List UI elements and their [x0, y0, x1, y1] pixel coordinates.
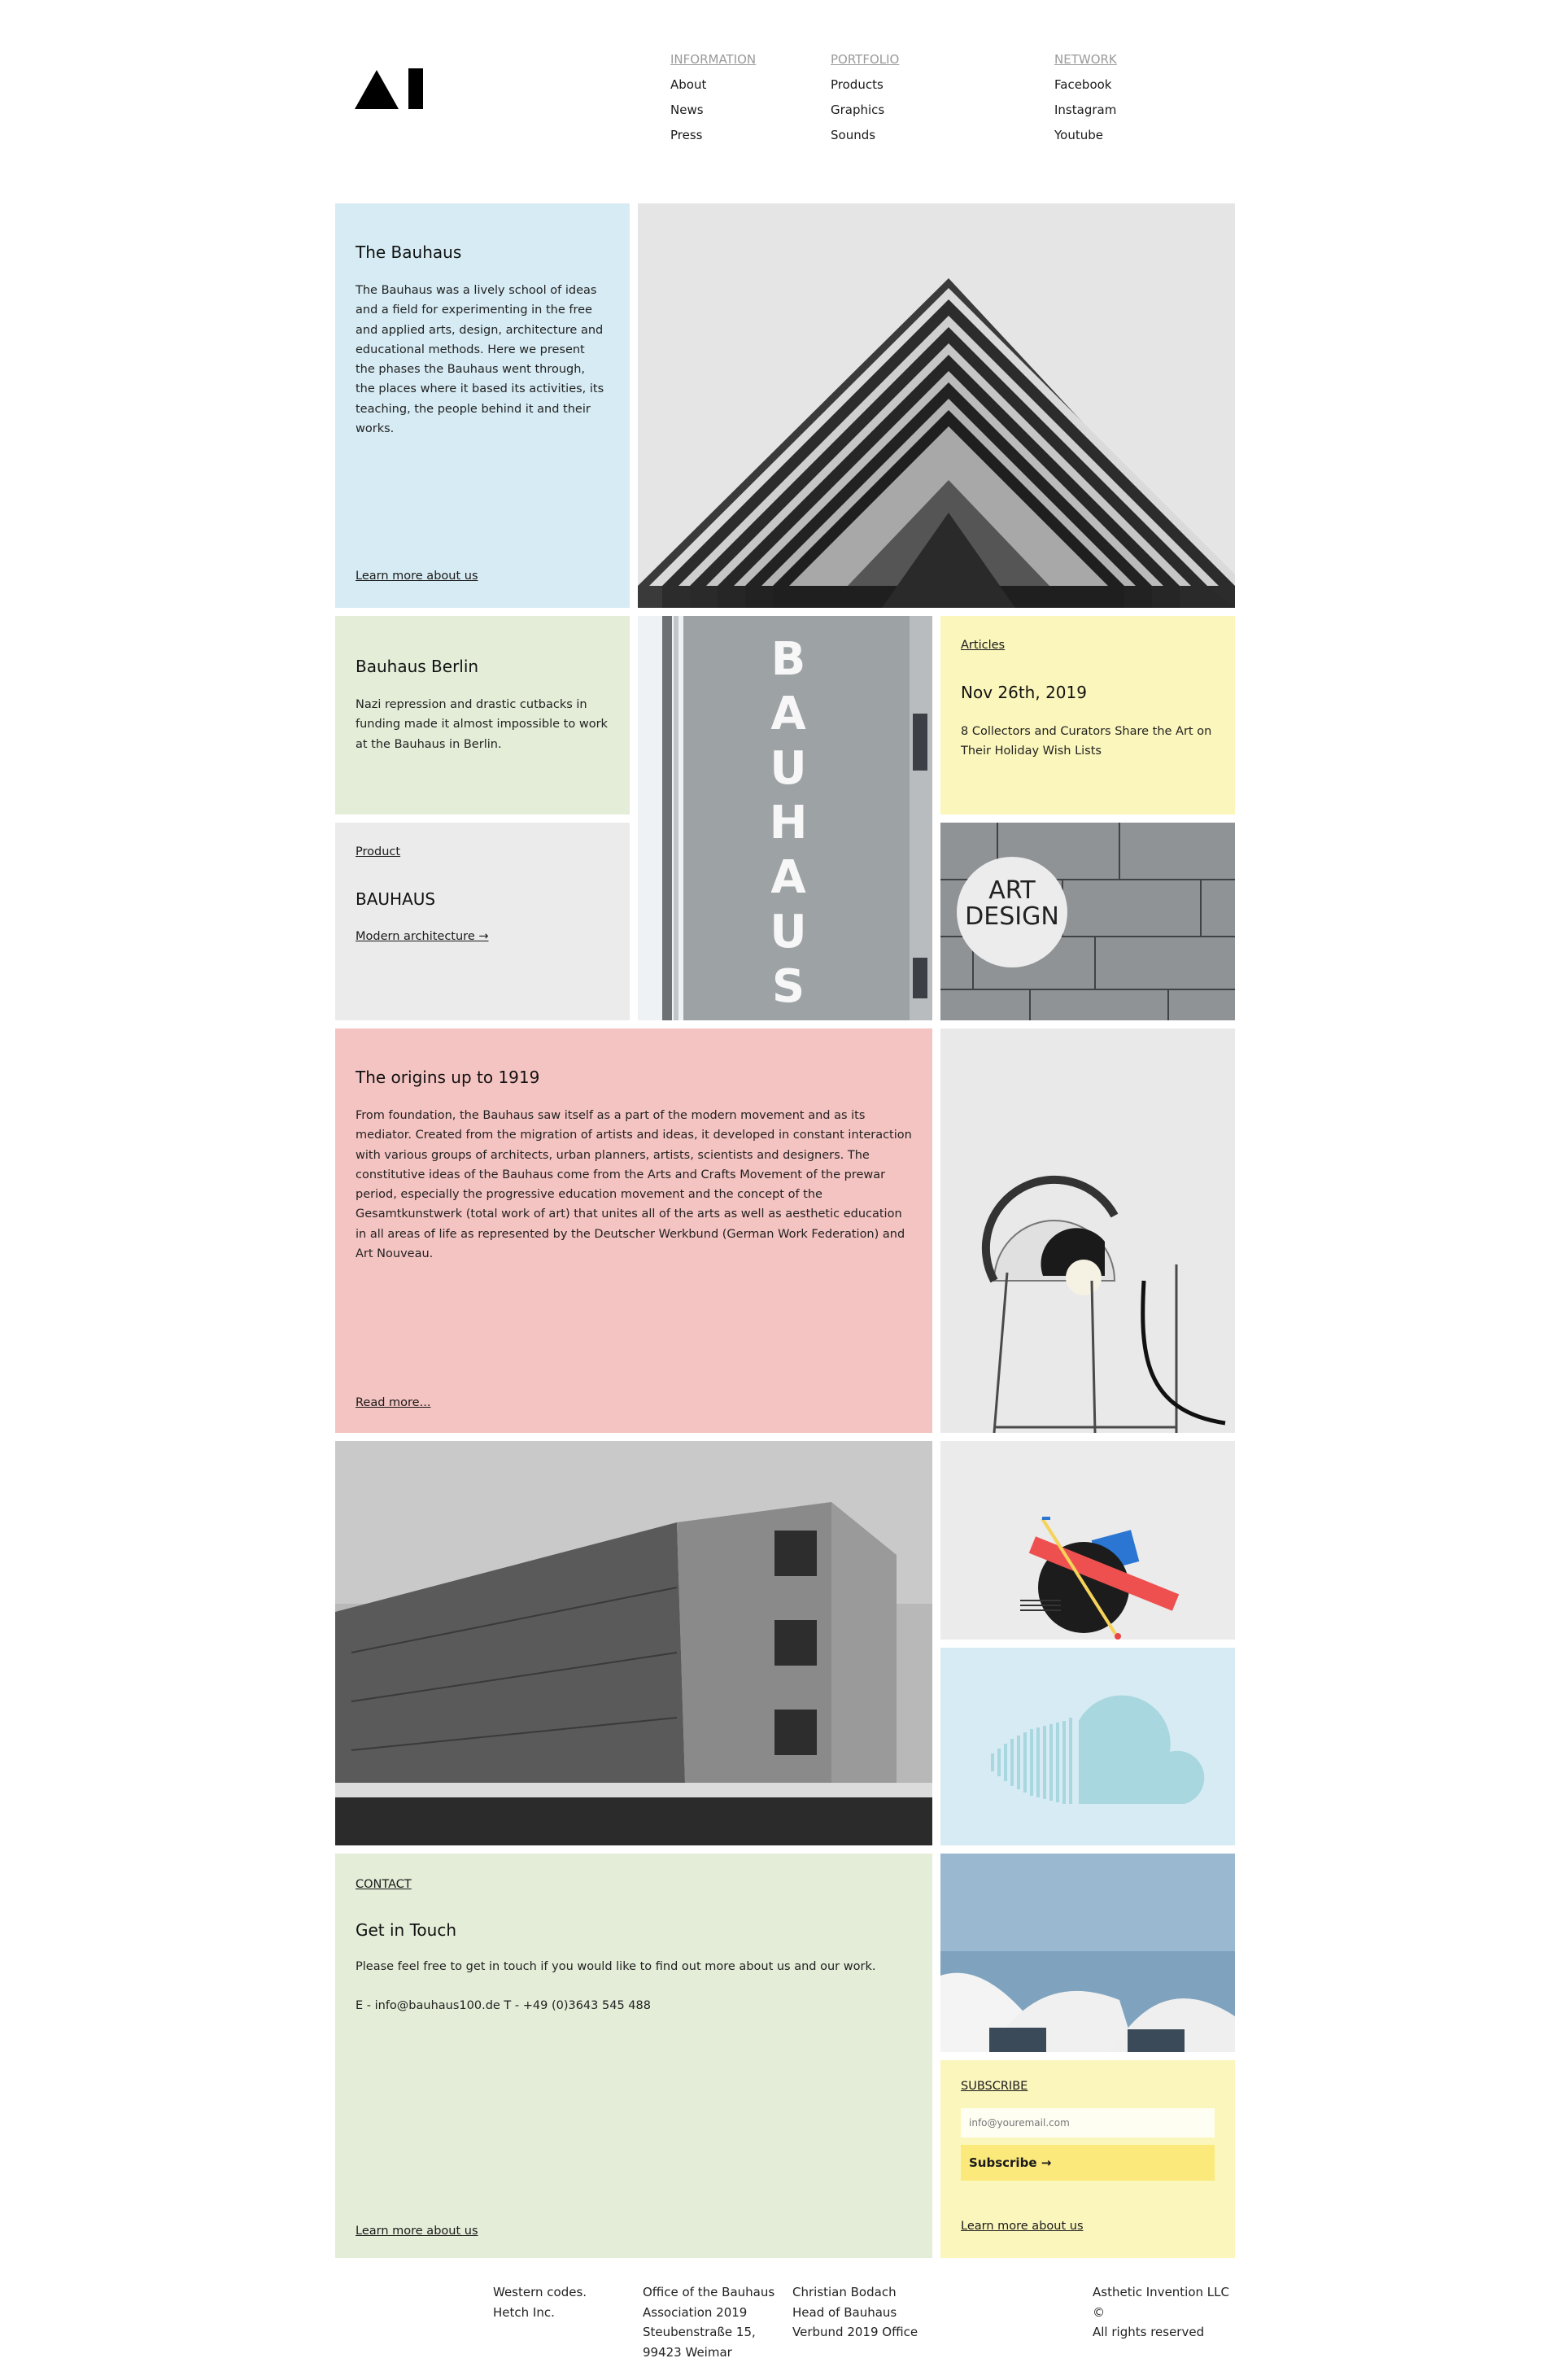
lamp-image	[940, 1028, 1235, 1433]
product-title: BAUHAUS	[356, 889, 436, 909]
architecture-sky-photo	[940, 1854, 1235, 2052]
nav-link-news[interactable]: News	[670, 98, 756, 123]
articles-text: 8 Collectors and Curators Share the Art …	[961, 725, 1212, 758]
bauhaus-berlin-card: Bauhaus Berlin Nazi repression and drast…	[335, 616, 630, 814]
subscribe-learn-more-link[interactable]: Learn more about us	[961, 2220, 1084, 2233]
sign-letter: A	[770, 851, 806, 904]
footer-column-rights: Asthetic Invention LLC © All rights rese…	[1093, 2282, 1229, 2343]
page-wrapper: INFORMATION About News Press PORTFOLIO P…	[335, 0, 1235, 2380]
origins-text: From foundation, the Bauhaus saw itself …	[356, 1109, 912, 1261]
abstract-graphic-tile	[940, 1441, 1235, 1640]
subscribe-email-input[interactable]	[961, 2108, 1215, 2138]
nav-column-information: INFORMATION About News Press	[670, 47, 756, 148]
origins-card: The origins up to 1919 From foundation, …	[335, 1028, 932, 1433]
articles-label-link[interactable]: Articles	[961, 639, 1005, 652]
building-corner-photo	[638, 203, 1235, 608]
footer-text: Steubenstraße 15,	[643, 2325, 756, 2339]
sign-letter: S	[771, 960, 805, 1013]
contact-text: Please feel free to get in touch if you …	[356, 1960, 876, 1973]
nav-heading-network[interactable]: NETWORK	[1054, 47, 1117, 72]
nav-link-about[interactable]: About	[670, 72, 756, 98]
contact-title: Get in Touch	[356, 1920, 456, 1940]
footer-text: Verbund 2019 Office	[792, 2325, 918, 2339]
sign-letter: H	[769, 797, 808, 849]
footer-column-company: Western codes. Hetch Inc.	[493, 2282, 587, 2322]
footer-text: Association 2019	[643, 2304, 748, 2320]
art-design-line-1: ART	[988, 876, 1036, 905]
building-corner-image	[638, 203, 1235, 608]
product-card: Product BAUHAUS Modern architecture →	[335, 823, 630, 1020]
bauhaus-learn-more-link[interactable]: Learn more about us	[356, 570, 478, 583]
nav-link-products[interactable]: Products	[831, 72, 899, 98]
berlin-title: Bauhaus Berlin	[356, 657, 479, 676]
footer-text: Western codes.	[493, 2285, 587, 2299]
contact-details: E - info@bauhaus100.de T - +49 (0)3643 5…	[356, 1999, 651, 2012]
nav-link-sounds[interactable]: Sounds	[831, 123, 899, 148]
bauhaus-intro-card: The Bauhaus The Bauhaus was a lively sch…	[335, 203, 630, 608]
art-design-sign: ART DESIGN	[957, 878, 1067, 930]
footer-text: Hetch Inc.	[493, 2304, 555, 2320]
contact-label-link[interactable]: CONTACT	[356, 1878, 412, 1891]
footer-text: ©	[1093, 2304, 1105, 2320]
sign-letter: U	[770, 906, 807, 959]
contact-learn-more-link[interactable]: Learn more about us	[356, 2225, 478, 2238]
product-modern-architecture-link[interactable]: Modern architecture →	[356, 930, 489, 943]
berlin-text: Nazi repression and drastic cutbacks in …	[356, 698, 608, 751]
sign-letter: U	[770, 742, 807, 795]
architecture-sky-image	[940, 1854, 1235, 2052]
nav-link-instagram[interactable]: Instagram	[1054, 98, 1117, 123]
nav-link-facebook[interactable]: Facebook	[1054, 72, 1117, 98]
sign-letter: B	[770, 633, 806, 686]
footer-text: Head of Bauhaus	[792, 2304, 897, 2320]
product-label-link[interactable]: Product	[356, 845, 400, 858]
sign-letter: A	[770, 688, 806, 740]
logo-icon	[355, 68, 423, 109]
footer-text: Christian Bodach	[792, 2285, 897, 2299]
bauhaus-intro-text: The Bauhaus was a lively school of ideas…	[356, 284, 604, 436]
art-design-photo: ART DESIGN	[940, 823, 1235, 1020]
soundcloud-icon	[991, 1695, 1205, 1804]
nav-link-press[interactable]: Press	[670, 123, 756, 148]
nav-column-network: NETWORK Facebook Instagram Youtube	[1054, 47, 1117, 148]
abstract-composition-icon	[940, 1441, 1235, 1640]
subscribe-button[interactable]: Subscribe →	[961, 2145, 1215, 2181]
nav-heading-information[interactable]: INFORMATION	[670, 47, 756, 72]
footer-column-head: Christian Bodach Head of Bauhaus Verbund…	[792, 2282, 918, 2343]
logo[interactable]	[355, 67, 425, 109]
bauhaus-building-photo	[335, 1441, 932, 1845]
lamp-photo	[940, 1028, 1235, 1433]
footer-text: Asthetic Invention LLC	[1093, 2285, 1229, 2299]
articles-card: Articles Nov 26th, 2019 8 Collectors and…	[940, 616, 1235, 814]
bauhaus-intro-title: The Bauhaus	[356, 242, 462, 262]
nav-link-youtube[interactable]: Youtube	[1054, 123, 1117, 148]
subscribe-card: SUBSCRIBE Subscribe → Learn more about u…	[940, 2060, 1235, 2258]
footer-text: Office of the Bauhaus	[643, 2285, 775, 2299]
footer-text: All rights reserved	[1093, 2325, 1205, 2339]
footer-column-office: Office of the Bauhaus Association 2019 S…	[643, 2282, 774, 2362]
soundcloud-tile[interactable]	[940, 1648, 1235, 1845]
articles-date: Nov 26th, 2019	[961, 683, 1087, 702]
origins-title: The origins up to 1919	[356, 1068, 540, 1087]
bauhaus-sign-photo: B A U H A U S	[638, 616, 932, 1020]
nav-heading-portfolio[interactable]: PORTFOLIO	[831, 47, 899, 72]
nav-link-graphics[interactable]: Graphics	[831, 98, 899, 123]
subscribe-label-link[interactable]: SUBSCRIBE	[961, 2080, 1028, 2093]
nav-column-portfolio: PORTFOLIO Products Graphics Sounds	[831, 47, 899, 148]
footer-text: 99423 Weimar	[643, 2344, 732, 2360]
contact-card: CONTACT Get in Touch Please feel free to…	[335, 1854, 932, 2258]
bauhaus-vertical-sign: B A U H A U S	[744, 632, 833, 1014]
bauhaus-building-image	[335, 1441, 932, 1845]
art-design-line-2: DESIGN	[965, 902, 1059, 931]
origins-read-more-link[interactable]: Read more...	[356, 1396, 430, 1409]
